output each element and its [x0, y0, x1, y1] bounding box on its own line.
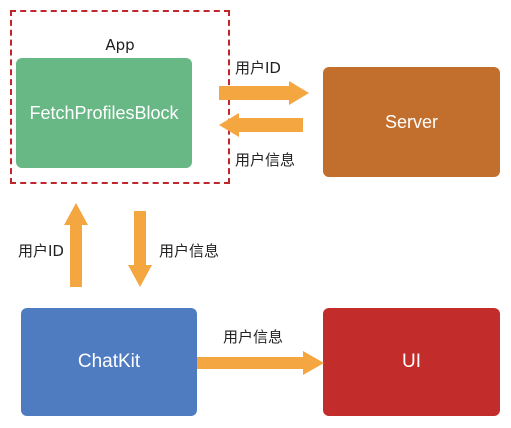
edge-label-chatkit-to-fetch: 用户ID	[18, 242, 64, 260]
edge-label-chatkit-to-ui: 用户信息	[223, 328, 284, 346]
edge-label-fetch-to-chatkit: 用户信息	[159, 242, 220, 260]
arrow-fetch-to-server	[219, 81, 309, 105]
arrow-chatkit-to-ui	[197, 351, 324, 375]
arrow-chatkit-to-fetch	[64, 203, 88, 287]
flow-diagram: App FetchProfilesBlock Server ChatKit UI…	[0, 0, 511, 428]
edge-label-server-to-fetch: 用户信息	[235, 151, 296, 169]
edge-label-fetch-to-server: 用户ID	[235, 59, 281, 77]
arrow-fetch-to-chatkit	[128, 211, 152, 287]
arrow-server-to-fetch	[219, 113, 303, 137]
